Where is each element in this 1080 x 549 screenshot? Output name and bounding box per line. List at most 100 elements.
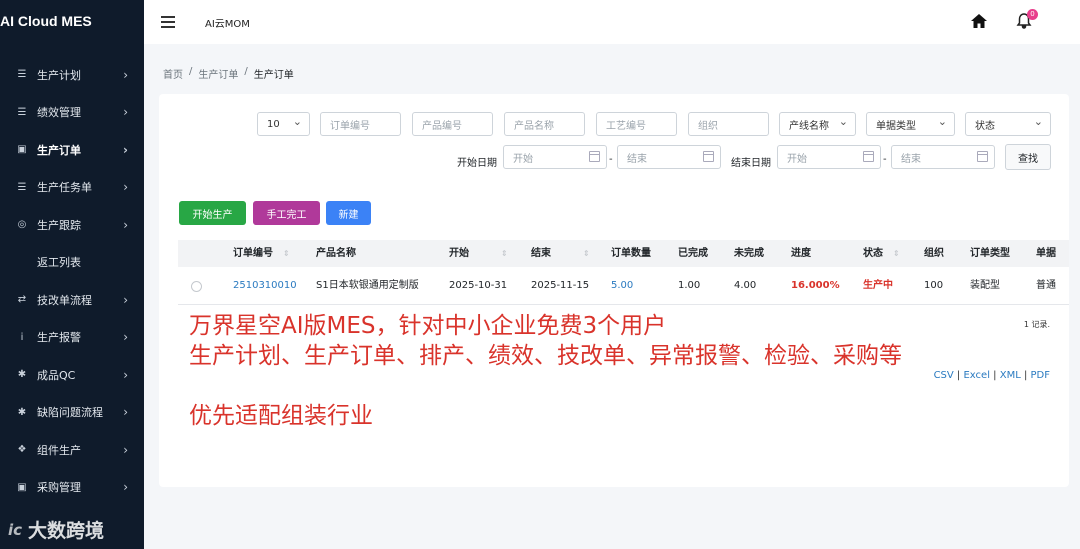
cell-status: 生产中 (863, 280, 893, 291)
sidebar-item-label: 生产报警 (37, 331, 81, 345)
sidebar-item-production-alarm[interactable]: i 生产报警 › (0, 319, 144, 357)
start-production-button[interactable]: 开始生产 (179, 201, 246, 225)
sidebar-item-finished-qc[interactable]: ✱ 成品QC › (0, 356, 144, 394)
doc-type-value: 单据类型 (876, 120, 916, 132)
breadcrumb-production-order[interactable]: 生产订单 (198, 66, 238, 81)
start-date-from-input[interactable]: 开始 (503, 145, 607, 169)
product-no-input[interactable]: 产品编号 (412, 112, 493, 136)
cell-undone: 4.00 (734, 280, 757, 291)
cell-product-name: S1日本软银通用定制版 (316, 280, 419, 291)
doc-type-select[interactable]: 单据类型 (866, 112, 955, 136)
chevron-right-icon: › (123, 480, 128, 495)
cell-order-no[interactable]: 2510310010 (233, 267, 297, 305)
calendar-icon (589, 151, 600, 162)
sidebar-item-tech-change[interactable]: ⇄ 技改单流程 › (0, 281, 144, 319)
breadcrumb-home[interactable]: 首页 (163, 66, 183, 81)
sidebar-item-rework-list[interactable]: 返工列表 (0, 244, 144, 282)
chevron-right-icon: › (123, 180, 128, 195)
sidebar-item-label: 返工列表 (37, 256, 81, 270)
cell-end: 2025-11-15 (531, 280, 590, 291)
breadcrumb: 首页 / 生产订单 / 生产订单 (163, 66, 294, 81)
chevron-right-icon: › (123, 217, 128, 232)
calendar-icon (977, 151, 988, 162)
sidebar-item-defect-flow[interactable]: ✱ 缺陷问题流程 › (0, 394, 144, 432)
line-name-select[interactable]: 产线名称 (779, 112, 856, 136)
th-progress: 进度 (791, 248, 811, 259)
export-excel-link[interactable]: Excel (963, 370, 990, 381)
new-button[interactable]: 新建 (326, 201, 371, 225)
th-label: 状态 (863, 248, 883, 259)
th-qty: 订单数量 (611, 248, 651, 259)
th-status[interactable]: 状态 ⇕ (863, 240, 900, 267)
th-doc: 单据 (1036, 248, 1056, 259)
list-icon: ☰ (17, 181, 27, 193)
export-xml-link[interactable]: XML (1000, 370, 1021, 381)
start-date-label: 开始日期 (457, 158, 497, 169)
menu-toggle-icon[interactable] (161, 16, 175, 28)
process-no-placeholder: 工艺编号 (606, 120, 646, 132)
box-icon: ▣ (17, 481, 27, 493)
export-links: CSV | Excel | XML | PDF (933, 370, 1050, 381)
product-name-placeholder: 产品名称 (514, 120, 554, 132)
sidebar-item-performance[interactable]: ☰ 绩效管理 › (0, 94, 144, 132)
table-header: 订单编号 ⇕ 产品名称 开始 ⇕ 结束 ⇕ 订单数量 已完成 未完成 进度 状态 ⇕ 组… (178, 240, 1069, 267)
page-size-select[interactable]: 10 (257, 112, 310, 136)
start-from-placeholder: 开始 (513, 153, 533, 165)
sidebar-item-component-production[interactable]: ❖ 组件生产 › (0, 431, 144, 469)
th-start[interactable]: 开始 ⇕ (449, 240, 508, 267)
th-order-no[interactable]: 订单编号 ⇕ (233, 240, 290, 267)
breadcrumb-separator: / (244, 66, 248, 77)
target-icon: ◎ (17, 219, 27, 231)
process-no-input[interactable]: 工艺编号 (596, 112, 677, 136)
notification-badge: 0 (1027, 9, 1038, 20)
export-pdf-link[interactable]: PDF (1031, 370, 1050, 381)
sidebar-item-production-plan[interactable]: ☰ 生产计划 › (0, 56, 144, 94)
promo-line-1: 万界星空AI版MES，针对中小企业免费3个用户 (189, 313, 667, 339)
main-card: 10 订单编号 产品编号 产品名称 工艺编号 组织 产线名称 单据类型 状态 开… (159, 94, 1069, 487)
info-icon: i (20, 331, 24, 343)
manual-complete-button[interactable]: 手工完工 (253, 201, 320, 225)
sidebar-item-label: 技改单流程 (37, 293, 92, 307)
th-label: 订单编号 (233, 248, 273, 259)
sidebar-item-label: 绩效管理 (37, 106, 81, 120)
sidebar-item-production-task[interactable]: ☰ 生产任务单 › (0, 169, 144, 207)
th-org: 组织 (924, 248, 944, 259)
th-end[interactable]: 结束 ⇕ (531, 240, 590, 267)
promo-line-2: 生产计划、生产订单、排产、绩效、技改单、异常报警、检验、采购等 (189, 343, 902, 369)
sidebar-item-purchase[interactable]: ▣ 采购管理 › (0, 469, 144, 507)
chevron-right-icon: › (123, 367, 128, 382)
sidebar-item-production-tracking[interactable]: ◎ 生产跟踪 › (0, 206, 144, 244)
cell-start: 2025-10-31 (449, 280, 508, 291)
puzzle-icon: ❖ (17, 444, 27, 456)
cell-progress: 16.000% (791, 280, 840, 291)
home-icon[interactable] (970, 13, 988, 29)
end-date-from-input[interactable]: 开始 (777, 145, 881, 169)
sidebar-item-production-order[interactable]: ▣ 生产订单 › (0, 131, 144, 169)
breadcrumb-current: 生产订单 (253, 70, 294, 81)
row-select-radio[interactable] (191, 281, 202, 292)
sidebar-menu: ☰ 生产计划 › ☰ 绩效管理 › ▣ 生产订单 › ☰ 生产任务单 › ◎ 生… (0, 56, 144, 506)
exchange-icon: ⇄ (17, 294, 27, 306)
bell-icon[interactable]: 0 (1016, 9, 1038, 30)
table-row[interactable]: 2510310010 S1日本软银通用定制版 2025-10-31 2025-1… (178, 267, 1069, 305)
watermark: ic 大数跨境 (8, 516, 104, 543)
end-date-to-input[interactable]: 结束 (891, 145, 995, 169)
cell-qty[interactable]: 5.00 (611, 267, 633, 305)
image-icon: ▣ (17, 144, 27, 156)
end-date-label: 结束日期 (731, 158, 771, 169)
order-no-input[interactable]: 订单编号 (320, 112, 401, 136)
org-input[interactable]: 组织 (688, 112, 769, 136)
chevron-right-icon: › (123, 292, 128, 307)
th-order-type: 订单类型 (970, 248, 1010, 259)
start-date-to-input[interactable]: 结束 (617, 145, 721, 169)
date-range-dash: - (609, 154, 613, 165)
search-button[interactable]: 查找 (1005, 144, 1051, 170)
cell-org: 100 (924, 280, 944, 291)
end-to-placeholder: 结束 (901, 153, 921, 165)
page-size-value: 10 (267, 118, 280, 130)
export-csv-link[interactable]: CSV (934, 370, 954, 381)
sidebar-item-label: 缺陷问题流程 (37, 406, 103, 420)
status-select[interactable]: 状态 (965, 112, 1051, 136)
th-product-name: 产品名称 (316, 248, 356, 259)
product-name-input[interactable]: 产品名称 (504, 112, 585, 136)
